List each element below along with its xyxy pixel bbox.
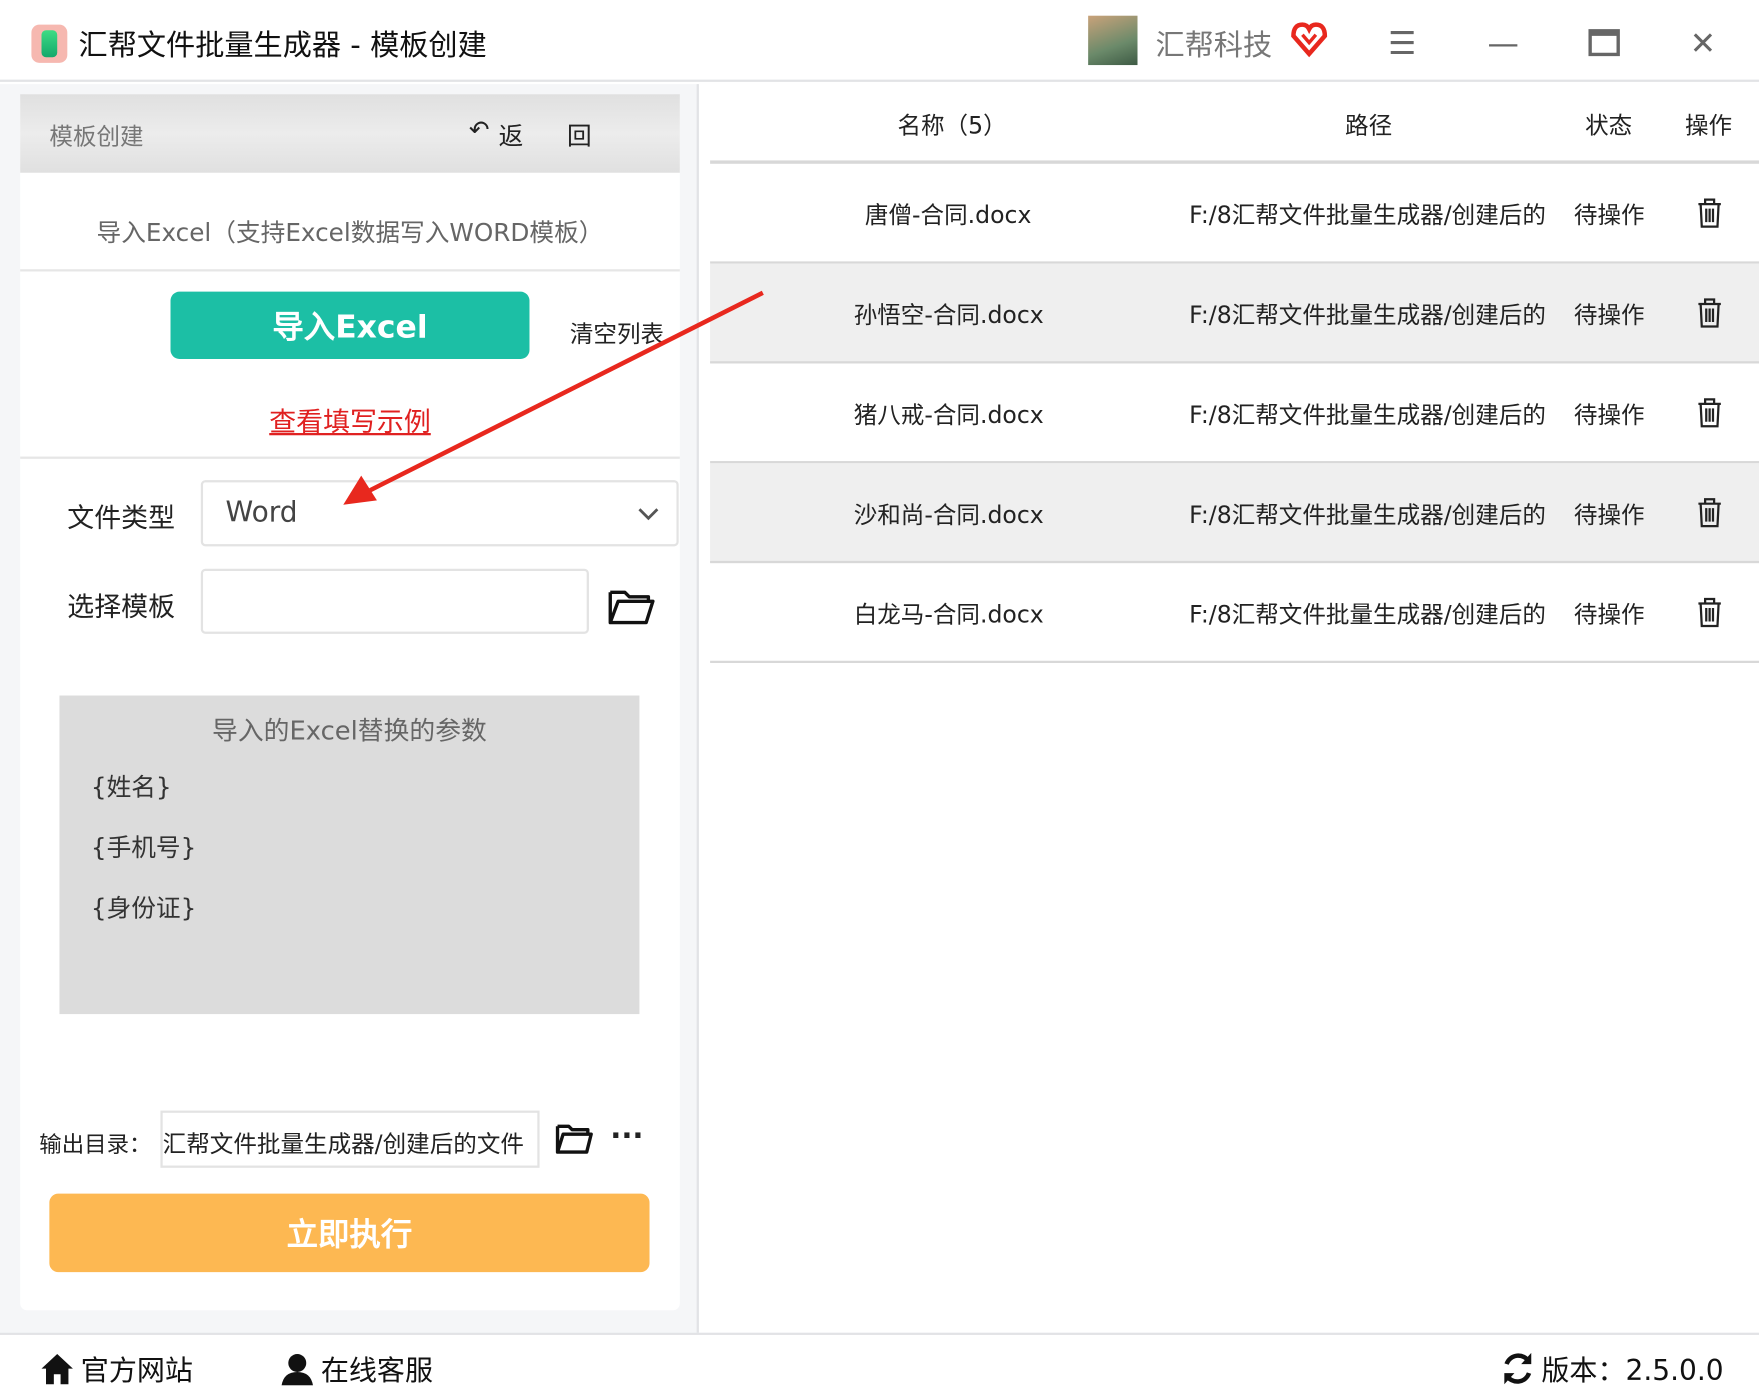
delete-trash-icon[interactable]	[1696, 297, 1723, 328]
divider	[20, 456, 680, 459]
column-header-name: 名称（5）	[897, 112, 1007, 140]
template-input[interactable]	[200, 568, 589, 634]
file-name: 白龙马-合同.docx	[853, 601, 1044, 629]
param-item: {身份证}	[90, 895, 197, 924]
output-folder-icon[interactable]	[555, 1122, 593, 1156]
divider	[20, 269, 680, 272]
column-header-status: 状态	[1585, 112, 1633, 140]
clear-list-button[interactable]: 清空列表	[570, 316, 664, 350]
table-row[interactable]: 唐僧-合同.docx F:/8汇帮文件批量生成器/创建后的 待操作	[710, 164, 1759, 264]
back-arrow-icon: ↶	[468, 116, 490, 145]
view-example-link[interactable]: 查看填写示例	[20, 399, 680, 438]
file-path: F:/8汇帮文件批量生成器/创建后的	[1189, 601, 1546, 629]
footer-bar	[0, 1332, 1759, 1399]
execute-button[interactable]: 立即执行	[49, 1193, 650, 1273]
file-status: 待操作	[1573, 601, 1645, 629]
column-header-path: 路径	[1345, 112, 1393, 140]
vip-heart-icon[interactable]	[1290, 20, 1328, 58]
file-status: 待操作	[1573, 501, 1645, 529]
file-name: 孙悟空-合同.docx	[853, 301, 1044, 329]
import-excel-button[interactable]: 导入Excel	[170, 291, 530, 359]
maximize-icon[interactable]	[1582, 20, 1627, 65]
file-name: 唐僧-合同.docx	[864, 201, 1032, 229]
close-icon[interactable]: ✕	[1680, 20, 1725, 65]
output-dir-input[interactable]: 汇帮文件批量生成器/创建后的文件	[160, 1110, 540, 1168]
output-dir-label: 输出目录：	[39, 1130, 152, 1158]
user-avatar[interactable]	[1088, 15, 1138, 66]
file-type-select[interactable]: Word	[200, 480, 679, 547]
delete-trash-icon[interactable]	[1696, 197, 1723, 228]
param-item: {姓名}	[90, 774, 172, 803]
file-status: 待操作	[1573, 201, 1645, 229]
more-options-icon[interactable]: ···	[610, 1120, 643, 1154]
menu-icon[interactable]: ☰	[1380, 20, 1425, 65]
folder-icon[interactable]	[608, 586, 655, 626]
delete-trash-icon[interactable]	[1696, 497, 1723, 528]
params-title: 导入的Excel替换的参数	[212, 716, 487, 746]
file-status: 待操作	[1573, 301, 1645, 329]
official-website-link[interactable]: 官方网站	[40, 1348, 193, 1388]
title-bar: 汇帮文件批量生成器 - 模板创建 汇帮科技 ☰ — ✕	[0, 0, 1759, 82]
file-path: F:/8汇帮文件批量生成器/创建后的	[1189, 201, 1546, 229]
file-name: 沙和尚-合同.docx	[853, 501, 1044, 529]
delete-trash-icon[interactable]	[1696, 397, 1723, 428]
online-support-link[interactable]: 在线客服	[280, 1348, 433, 1388]
table-row[interactable]: 白龙马-合同.docx F:/8汇帮文件批量生成器/创建后的 待操作	[710, 563, 1759, 663]
file-path: F:/8汇帮文件批量生成器/创建后的	[1189, 401, 1546, 429]
table-row[interactable]: 沙和尚-合同.docx F:/8汇帮文件批量生成器/创建后的 待操作	[710, 463, 1759, 564]
card-title: 模板创建	[49, 123, 144, 151]
back-button[interactable]: ↶ 返 回	[469, 117, 610, 153]
file-path: F:/8汇帮文件批量生成器/创建后的	[1189, 501, 1546, 529]
version-info[interactable]: 版本：2.5.0.0	[1501, 1348, 1724, 1388]
params-box: 导入的Excel替换的参数 {姓名} {手机号} {身份证}	[59, 695, 640, 1015]
column-header-action: 操作	[1684, 112, 1733, 140]
delete-trash-icon[interactable]	[1696, 597, 1723, 628]
file-path: F:/8汇帮文件批量生成器/创建后的	[1189, 301, 1546, 329]
user-icon	[281, 1354, 313, 1386]
file-status: 待操作	[1573, 401, 1645, 429]
minimize-icon[interactable]: —	[1481, 20, 1526, 65]
file-name: 猪八戒-合同.docx	[853, 401, 1044, 429]
param-item: {手机号}	[90, 834, 197, 863]
import-hint: 导入Excel（支持Excel数据写入WORD模板）	[96, 219, 604, 248]
table-row[interactable]: 猪八戒-合同.docx F:/8汇帮文件批量生成器/创建后的 待操作	[710, 363, 1759, 464]
brand-name: 汇帮科技	[1155, 29, 1273, 63]
home-icon	[41, 1354, 73, 1385]
window-title: 汇帮文件批量生成器 - 模板创建	[78, 29, 487, 63]
file-type-label: 文件类型	[67, 502, 176, 534]
template-label: 选择模板	[67, 591, 176, 623]
refresh-icon	[1504, 1352, 1532, 1385]
card-header: 模板创建 ↶ 返 回	[20, 94, 680, 173]
chevron-down-icon	[638, 508, 659, 521]
table-row[interactable]: 孙悟空-合同.docx F:/8汇帮文件批量生成器/创建后的 待操作	[710, 263, 1759, 364]
app-logo-icon	[31, 24, 68, 63]
